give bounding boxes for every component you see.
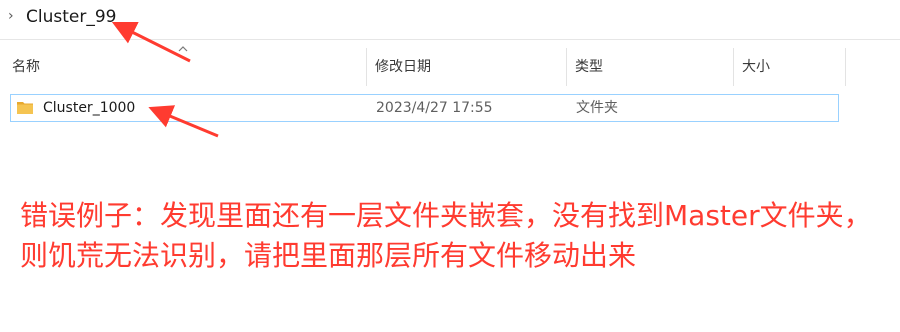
annotation-arrow xyxy=(148,105,219,138)
annotation-arrows xyxy=(111,21,219,138)
annotation-note: 错误例子：发现里面还有一层文件夹嵌套，没有找到Master文件夹，则饥荒无法识别… xyxy=(20,199,872,272)
annotation-arrow xyxy=(111,21,191,63)
